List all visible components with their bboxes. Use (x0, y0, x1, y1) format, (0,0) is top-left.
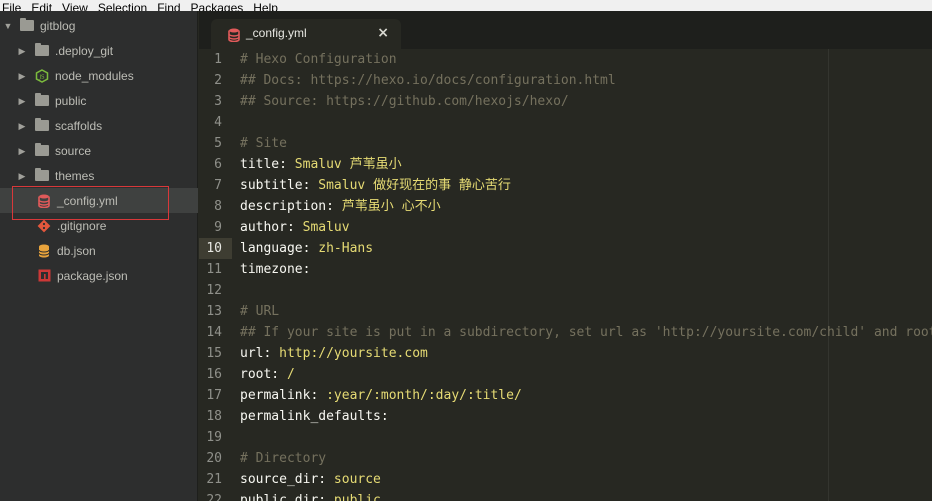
chevron-down-icon: ▼ (3, 20, 13, 31)
tree-item[interactable]: ▶ public (0, 88, 198, 113)
code-editor[interactable]: 1 2 3 4 5 6 7 8 9 10 11 12 13 14 15 16 17 18 19 20 21 22 # He… (199, 49, 932, 501)
line-number: 15 (206, 346, 222, 361)
wrap-guide (828, 49, 829, 501)
folder-icon (35, 93, 49, 106)
tree-item[interactable]: ▶ source (0, 138, 198, 163)
database-icon (228, 27, 240, 46)
code-line[interactable]: url: http://yoursite.com (240, 343, 428, 364)
menu-selection[interactable]: Selection (98, 2, 147, 11)
tree-item-label: package.json (57, 268, 128, 283)
menu-view[interactable]: View (62, 2, 88, 11)
tree-item[interactable]: ▶ JS node_modules (0, 63, 198, 88)
line-number-gutter: 1 2 3 4 5 6 7 8 9 10 11 12 13 14 15 16 17 18 19 20 21 22 (199, 49, 232, 501)
code-line[interactable]: # URL (240, 301, 279, 322)
folder-open-icon (20, 18, 34, 31)
tab-bar: _config.yml × (199, 11, 932, 49)
line-number: 20 (206, 451, 222, 466)
tree-root-gitblog[interactable]: ▼ gitblog (0, 13, 198, 38)
code-line[interactable]: ## If your site is put in a subdirectory… (240, 322, 932, 343)
line-number: 8 (214, 199, 222, 214)
tree-item[interactable]: ▶ .deploy_git (0, 38, 198, 63)
folder-icon (35, 43, 49, 56)
svg-text:JS: JS (38, 74, 45, 80)
line-number: 13 (206, 304, 222, 319)
line-number: 7 (214, 178, 222, 193)
line-number: 6 (214, 157, 222, 172)
folder-icon (35, 143, 49, 156)
chevron-right-icon: ▶ (18, 145, 26, 156)
close-icon[interactable]: × (377, 25, 389, 41)
line-number: 16 (206, 367, 222, 382)
line-number: 14 (206, 325, 222, 340)
file-tree-sidebar: ▼ gitblog ▶ .deploy_git ▶ JS node_modules ▶ pu… (0, 11, 198, 501)
line-number: 2 (214, 73, 222, 88)
line-number: 1 (214, 52, 222, 67)
menu-bar: File Edit View Selection Find Packages Help (0, 0, 932, 11)
code-line[interactable]: root: / (240, 364, 295, 385)
tree-item-label: db.json (57, 243, 96, 258)
tree-item[interactable]: db.json (0, 238, 198, 263)
code-line[interactable]: # Directory (240, 448, 326, 469)
tree-item[interactable]: package.json (0, 263, 198, 288)
line-number: 19 (206, 430, 222, 445)
tree-item[interactable]: ▶ themes (0, 163, 198, 188)
line-number: 11 (206, 262, 222, 277)
tree-item-label: .deploy_git (55, 43, 114, 58)
line-number: 22 (206, 493, 222, 501)
database-icon (37, 244, 51, 258)
menu-help[interactable]: Help (253, 2, 278, 11)
code-line[interactable]: author: Smaluv (240, 217, 350, 238)
line-number: 5 (214, 136, 222, 151)
line-number: 12 (206, 283, 222, 298)
code-line[interactable]: description: 芦苇虽小 心不小 (240, 196, 441, 217)
code-line[interactable]: public_dir: public (240, 490, 381, 501)
tab-config-yml[interactable]: _config.yml × (211, 19, 401, 49)
tree-root-label: gitblog (40, 18, 76, 33)
chevron-right-icon: ▶ (18, 120, 26, 131)
tree-item-label: scaffolds (55, 118, 103, 133)
tree-item-label: themes (55, 168, 95, 183)
chevron-right-icon: ▶ (18, 95, 26, 106)
code-line[interactable]: subtitle: Smaluv 做好现在的事 静心苦行 (240, 175, 511, 196)
tree-item-label: public (55, 93, 87, 108)
tree-item[interactable]: ▶ scaffolds (0, 113, 198, 138)
line-number: 9 (214, 220, 222, 235)
folder-icon (35, 168, 49, 181)
line-number: 21 (206, 472, 222, 487)
code-line[interactable]: # Site (240, 133, 287, 154)
chevron-right-icon: ▶ (18, 45, 26, 56)
tree-item-label: node_modules (55, 68, 134, 83)
selection-highlight-box (12, 186, 169, 220)
tab-title: _config.yml (246, 26, 307, 40)
code-line[interactable]: permalink_defaults: (240, 406, 389, 427)
code-line[interactable]: # Hexo Configuration (240, 49, 397, 70)
git-icon (37, 219, 51, 233)
code-line[interactable]: title: Smaluv 芦苇虽小 (240, 154, 402, 175)
nodejs-icon: JS (35, 68, 49, 83)
menu-packages[interactable]: Packages (191, 2, 244, 11)
npm-icon (37, 269, 51, 283)
menu-find[interactable]: Find (157, 2, 180, 11)
menu-edit[interactable]: Edit (31, 2, 52, 11)
folder-icon (35, 118, 49, 131)
code-line[interactable]: source_dir: source (240, 469, 381, 490)
menu-file[interactable]: File (2, 2, 21, 11)
line-number: 3 (214, 94, 222, 109)
code-line[interactable]: ## Docs: https://hexo.io/docs/configurat… (240, 70, 616, 91)
code-line[interactable]: ## Source: https://github.com/hexojs/hex… (240, 91, 569, 112)
chevron-right-icon: ▶ (18, 170, 26, 181)
line-number: 17 (206, 388, 222, 403)
chevron-right-icon: ▶ (18, 70, 26, 81)
tree-item-label: source (55, 143, 92, 158)
line-number: 10 (199, 238, 232, 259)
line-number: 4 (214, 115, 222, 130)
code-line[interactable]: language: zh-Hans (240, 238, 373, 259)
code-line[interactable]: permalink: :year/:month/:day/:title/ (240, 385, 522, 406)
code-line[interactable]: timezone: (240, 259, 310, 280)
line-number: 18 (206, 409, 222, 424)
tree-item-label: .gitignore (57, 218, 107, 233)
